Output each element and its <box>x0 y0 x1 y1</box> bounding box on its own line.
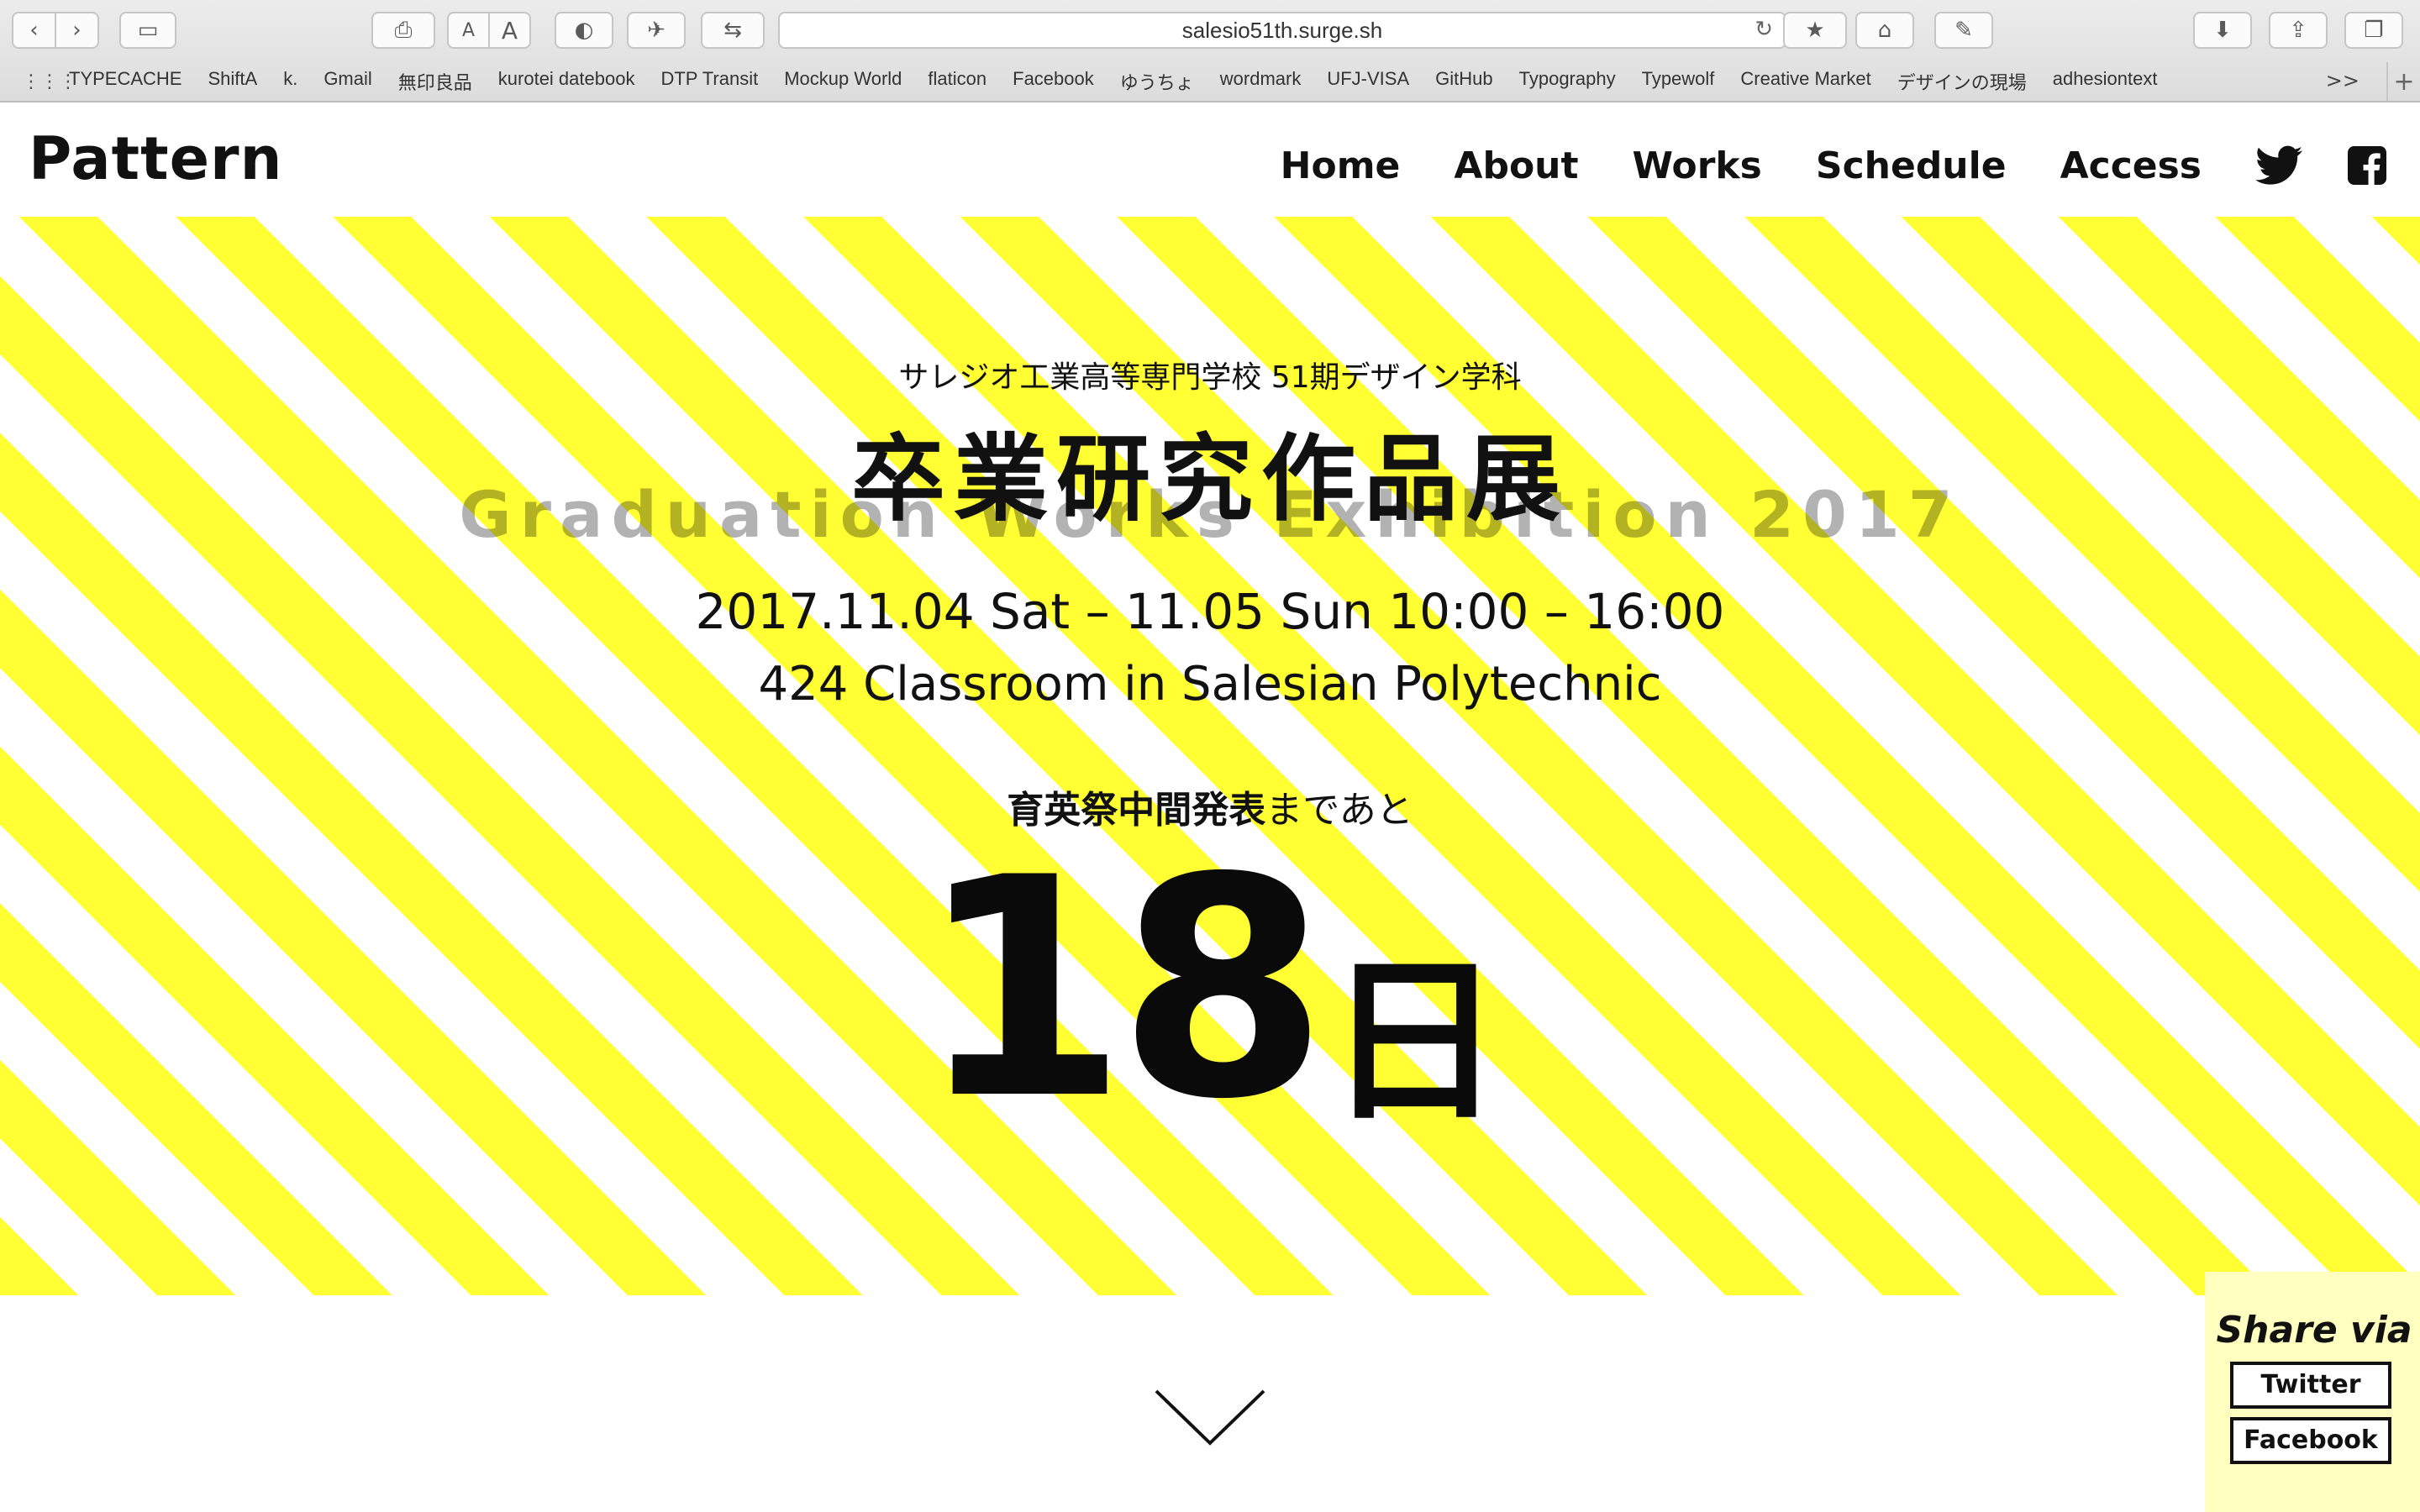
main-nav: Home About Works Schedule Access <box>1281 136 2420 195</box>
bookmark-item[interactable]: k. <box>283 68 297 95</box>
apps-grid-icon[interactable]: ⋮⋮⋮ <box>22 71 77 92</box>
bookmarks-bar: ⋮⋮⋮ TYPECACHE ShiftA k. Gmail 無印良品 kurotei da… <box>0 62 2420 101</box>
new-tab-icon[interactable]: + <box>2386 62 2420 101</box>
print-icon[interactable]: ⎙ <box>371 12 435 49</box>
tabs-icon[interactable]: ❐ <box>2344 12 2403 49</box>
nav-access[interactable]: Access <box>2060 144 2202 187</box>
privacy-icon[interactable]: ◐ <box>555 12 613 49</box>
hero-content: サレジオ工業高等専門学校 51期デザイン学科 Graduation Works … <box>0 217 2420 1295</box>
bookmark-item[interactable]: Typography <box>1519 68 1616 95</box>
school-name: サレジオ工業高等専門学校 51期デザイン学科 <box>898 360 1522 395</box>
bookmark-item[interactable]: Creative Market <box>1740 68 1870 95</box>
share-facebook-button[interactable]: Facebook <box>2230 1417 2391 1464</box>
bookmark-item[interactable]: adhesiontext <box>2053 68 2158 95</box>
share-widget: Share via Twitter Facebook <box>2205 1272 2420 1512</box>
bookmark-item[interactable]: Facebook <box>1013 68 1094 95</box>
exhibition-title: 卒業研究作品展 <box>851 425 1569 534</box>
bookmark-item[interactable]: UFJ-VISA <box>1327 68 1409 95</box>
bookmark-item[interactable]: DTP Transit <box>660 68 758 95</box>
home-icon[interactable]: ⌂ <box>1855 12 1914 49</box>
bookmarks-overflow-icon[interactable]: >> <box>2326 69 2360 92</box>
text-size-buttons: A A <box>447 12 531 49</box>
forward-icon[interactable]: › <box>55 13 97 47</box>
bookmark-item[interactable]: kurotei datebook <box>498 68 635 95</box>
back-forward-buttons: ‹ › <box>12 12 99 49</box>
nav-home[interactable]: Home <box>1281 144 1401 187</box>
countdown-days-number: 18 <box>917 813 1328 1165</box>
browser-chrome: ‹ › ▭ ⎙ A A ◐ ✈ ⇆ salesio51th.surge.sh ↻… <box>0 0 2420 102</box>
extension-icon[interactable]: ✈ <box>627 12 686 49</box>
share-title: Share via <box>2216 1309 2412 1352</box>
bookmark-item[interactable]: Typewolf <box>1642 68 1715 95</box>
notes-icon[interactable]: ✎ <box>1934 12 1993 49</box>
bookmark-item[interactable]: ShiftA <box>208 68 257 95</box>
nav-works[interactable]: Works <box>1633 144 1762 187</box>
sidebar-toggle-icon[interactable]: ▭ <box>119 12 176 49</box>
bookmark-item[interactable]: flaticon <box>928 68 986 95</box>
twitter-icon[interactable] <box>2255 145 2302 186</box>
reload-icon[interactable]: ↻ <box>1754 17 1773 42</box>
site-header: Pattern Home About Works Schedule Access <box>0 102 2420 217</box>
back-icon[interactable]: ‹ <box>13 13 55 47</box>
site-logo[interactable]: Pattern <box>29 124 282 193</box>
share-icon[interactable]: ⇪ <box>2269 12 2328 49</box>
event-venue: 424 Classroom in Salesian Polytechnic <box>758 657 1662 711</box>
bookmark-item[interactable]: TYPECACHE <box>69 68 182 95</box>
browser-toolbar: ‹ › ▭ ⎙ A A ◐ ✈ ⇆ salesio51th.surge.sh ↻… <box>0 0 2420 62</box>
facebook-icon[interactable] <box>2348 146 2386 185</box>
countdown-days-unit: 日 <box>1326 939 1503 1145</box>
address-bar[interactable]: salesio51th.surge.sh ↻ <box>778 12 1786 49</box>
bookmark-item[interactable]: 無印良品 <box>398 68 472 95</box>
bookmark-item[interactable]: Gmail <box>324 68 371 95</box>
text-larger-button[interactable]: A <box>488 13 529 47</box>
bookmark-item[interactable]: ゆうちょ <box>1120 68 1194 95</box>
hero-section: サレジオ工業高等専門学校 51期デザイン学科 Graduation Works … <box>0 217 2420 1295</box>
scroll-down-icon[interactable] <box>1153 1388 1267 1448</box>
bookmark-item[interactable]: デザインの現場 <box>1897 68 2027 95</box>
bookmark-item[interactable]: Mockup World <box>784 68 902 95</box>
sync-icon[interactable]: ⇆ <box>701 12 765 49</box>
nav-about[interactable]: About <box>1454 144 1578 187</box>
bookmark-item[interactable]: GitHub <box>1435 68 1492 95</box>
countdown: 18 日 <box>0 838 2420 1141</box>
url-text: salesio51th.surge.sh <box>1181 17 1383 43</box>
bookmark-item[interactable]: wordmark <box>1220 68 1302 95</box>
share-twitter-button[interactable]: Twitter <box>2230 1362 2391 1409</box>
text-smaller-button[interactable]: A <box>449 13 488 47</box>
social-links <box>2255 145 2403 186</box>
nav-schedule[interactable]: Schedule <box>1816 144 2007 187</box>
bookmark-list: TYPECACHE ShiftA k. Gmail 無印良品 kurotei datebo… <box>69 68 2183 95</box>
bookmark-star-icon[interactable]: ★ <box>1783 12 1847 49</box>
download-icon[interactable]: ⬇ <box>2193 12 2252 49</box>
event-dates: 2017.11.04 Sat – 11.05 Sun 10:00 – 16:00 <box>695 583 1725 640</box>
